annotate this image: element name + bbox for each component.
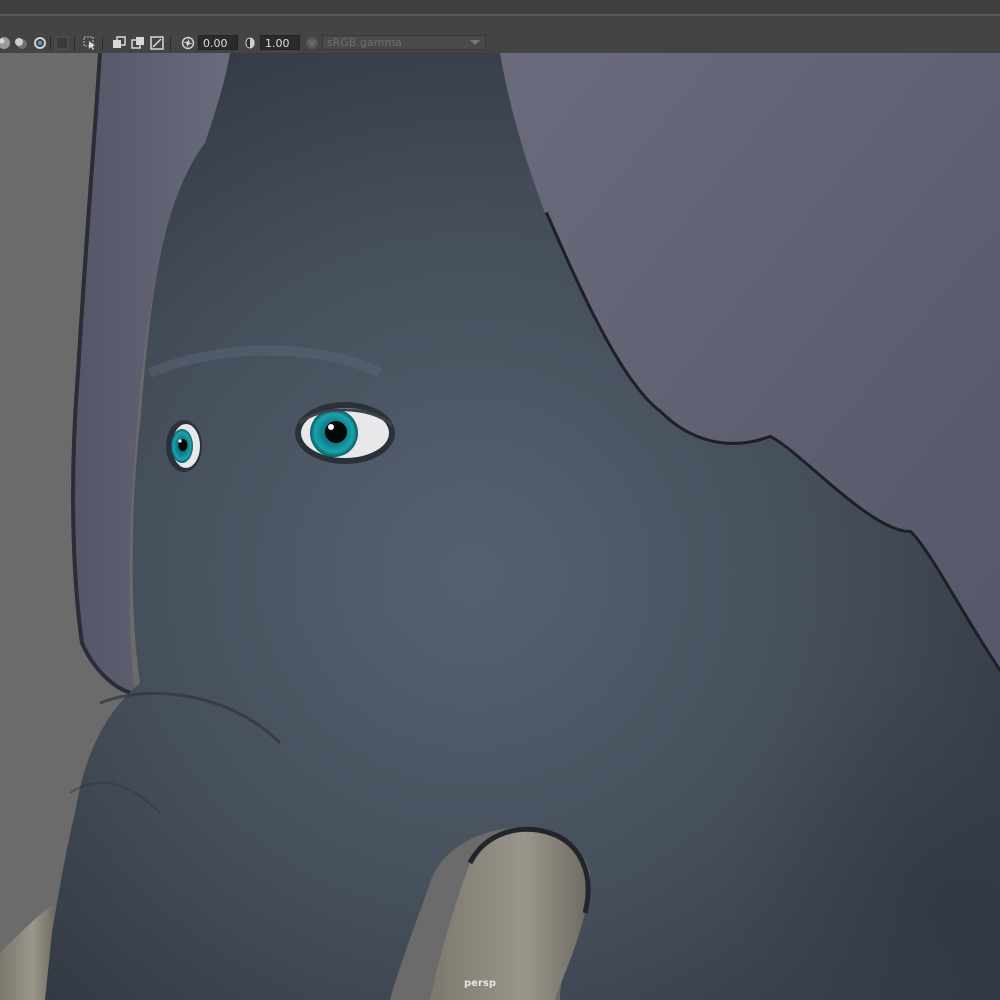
select-camera-icon[interactable] — [82, 35, 98, 51]
half-sphere-icon[interactable] — [13, 35, 29, 51]
exposure-icon[interactable] — [180, 35, 196, 51]
camera-name-label: persp — [464, 978, 496, 989]
color-space-label: sRGB gamma — [327, 36, 402, 49]
shaded-sphere-icon[interactable] — [0, 35, 12, 51]
persp-viewport[interactable]: persp — [0, 53, 1000, 1000]
safe-action-icon[interactable] — [149, 35, 165, 51]
chevron-down-icon — [470, 40, 480, 45]
gamma-field[interactable]: 1.00 — [260, 35, 300, 50]
panel-menu-bar — [0, 16, 1000, 32]
exposure-field[interactable]: 0.00 — [198, 35, 238, 50]
elephant-model-render — [0, 53, 1000, 1000]
title-strip — [0, 0, 1000, 14]
panel-toolbar: 0.00 1.00 sRGB gamma — [0, 32, 1000, 53]
color-management-icon[interactable] — [304, 35, 320, 51]
color-space-dropdown[interactable]: sRGB gamma — [322, 35, 486, 50]
maya-viewport-window: 0.00 1.00 sRGB gamma persp — [0, 0, 1000, 1000]
toolbar-separator — [74, 36, 75, 50]
gamma-icon[interactable] — [242, 35, 258, 51]
far-eye — [166, 420, 202, 472]
grid-toggle-icon[interactable] — [54, 35, 70, 51]
film-gate-icon[interactable] — [111, 35, 127, 51]
toolbar-separator — [170, 36, 171, 50]
toolbar-separator — [50, 36, 51, 50]
near-eye — [295, 402, 395, 464]
resolution-gate-icon[interactable] — [130, 35, 146, 51]
toolbar-separator — [102, 36, 103, 50]
isolate-select-icon[interactable] — [32, 35, 48, 51]
